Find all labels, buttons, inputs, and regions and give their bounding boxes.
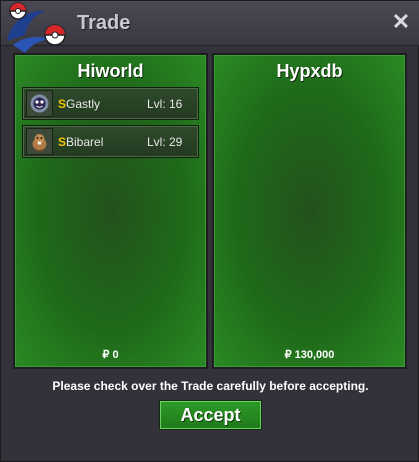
right-trade-panel: Hypxdb ₽ 130,000 xyxy=(212,53,407,369)
pokemon-level: Lvl: 29 xyxy=(147,135,183,149)
gastly-sprite-icon xyxy=(26,90,53,117)
window-title: Trade xyxy=(77,12,131,34)
money-icon: S xyxy=(58,97,67,111)
pokemon-offer-row[interactable]: S Gastly Lvl: 16 xyxy=(22,87,199,120)
trade-window: Trade ✕ Hiworld S Gastly Lvl: 16 S Bibar… xyxy=(0,0,419,462)
pokeball-logo-icon xyxy=(7,2,66,53)
left-trader-name: Hiworld xyxy=(77,61,144,81)
money-icon: S xyxy=(58,135,67,149)
accept-button[interactable]: Accept xyxy=(159,400,262,430)
pokemon-offer-row[interactable]: S Bibarel Lvl: 29 xyxy=(22,125,199,158)
close-button[interactable]: ✕ xyxy=(390,11,412,33)
bibarel-sprite-icon xyxy=(26,128,53,155)
pokemon-name: Gastly xyxy=(66,97,101,111)
pokemon-name: Bibarel xyxy=(66,135,104,149)
left-trade-panel: Hiworld S Gastly Lvl: 16 S Bibarel Lvl: … xyxy=(13,53,208,369)
trade-notice: Please check over the Trade carefully be… xyxy=(52,379,369,393)
close-icon: ✕ xyxy=(391,9,411,34)
left-money-offer: ₽ 0 xyxy=(102,349,119,361)
title-bar[interactable]: Trade ✕ xyxy=(1,1,419,53)
right-trader-name: Hypxdb xyxy=(276,61,343,81)
pokemon-level: Lvl: 16 xyxy=(147,97,183,111)
right-money-offer: ₽ 130,000 xyxy=(284,349,335,361)
